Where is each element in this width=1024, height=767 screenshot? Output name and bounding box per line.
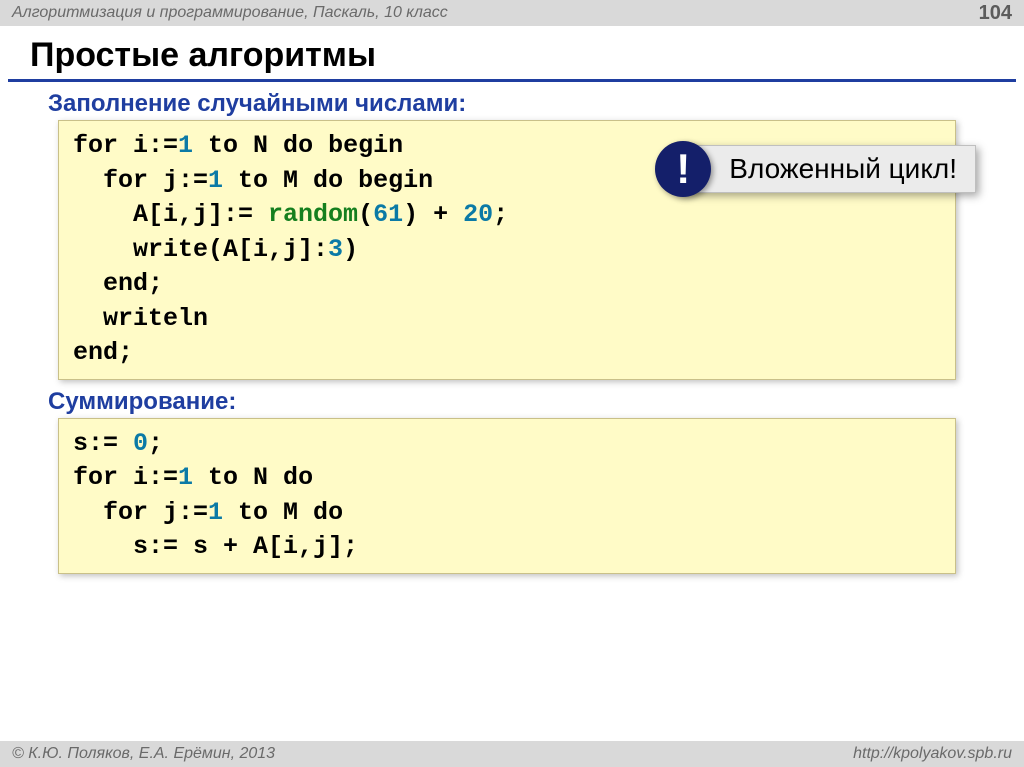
code-text: ; [493, 200, 508, 229]
code-text: end; [73, 269, 163, 298]
code-text: to M do begin [223, 166, 433, 195]
callout-text: Вложенный цикл! [729, 153, 957, 185]
code-num: 1 [178, 131, 193, 160]
code-num: 20 [463, 200, 493, 229]
section-fill-random: Заполнение случайными числами: [48, 90, 1024, 118]
page-number: 104 [979, 2, 1012, 25]
section-sum: Суммирование: [48, 388, 1024, 416]
code-text: for j:= [73, 166, 208, 195]
code-text: to M do [223, 498, 343, 527]
code-num: 0 [133, 429, 148, 458]
slide-title: Простые алгоритмы [30, 36, 1024, 75]
code-text: A[i,j]:= [73, 200, 268, 229]
footer-authors: © К.Ю. Поляков, Е.А. Ерёмин, 2013 [12, 745, 275, 763]
code-text: for j:= [73, 498, 208, 527]
code-text: for i:= [73, 131, 178, 160]
code-num: 1 [208, 166, 223, 195]
exclamation-icon: ! [655, 141, 711, 197]
code-text: ; [148, 429, 163, 458]
code-text: ) + [403, 200, 463, 229]
code-text: to N do begin [193, 131, 403, 160]
code-text: writeln [73, 304, 208, 333]
code-num: 1 [178, 463, 193, 492]
slide-header: Алгоритмизация и программирование, Паска… [0, 0, 1024, 26]
code-text: end; [73, 338, 133, 367]
code-num: 61 [373, 200, 403, 229]
code-text: ( [358, 200, 373, 229]
code-text: s:= [73, 429, 133, 458]
code-func: random [268, 200, 358, 229]
code-text: write(A[i,j]: [73, 235, 328, 264]
code-text: s:= s + A[i,j]; [73, 532, 358, 561]
course-title: Алгоритмизация и программирование, Паска… [12, 4, 448, 22]
slide-footer: © К.Ю. Поляков, Е.А. Ерёмин, 2013 http:/… [0, 741, 1024, 767]
code-text: ) [343, 235, 358, 264]
callout-nested-loop: ! Вложенный цикл! [678, 145, 976, 193]
code-block-sum: s:= 0; for i:=1 to N do for j:=1 to M do… [58, 418, 956, 574]
code-num: 1 [208, 498, 223, 527]
code-num: 3 [328, 235, 343, 264]
code-text: to N do [193, 463, 313, 492]
title-underline [8, 79, 1016, 82]
code-text: for i:= [73, 463, 178, 492]
footer-url: http://kpolyakov.spb.ru [853, 745, 1012, 763]
